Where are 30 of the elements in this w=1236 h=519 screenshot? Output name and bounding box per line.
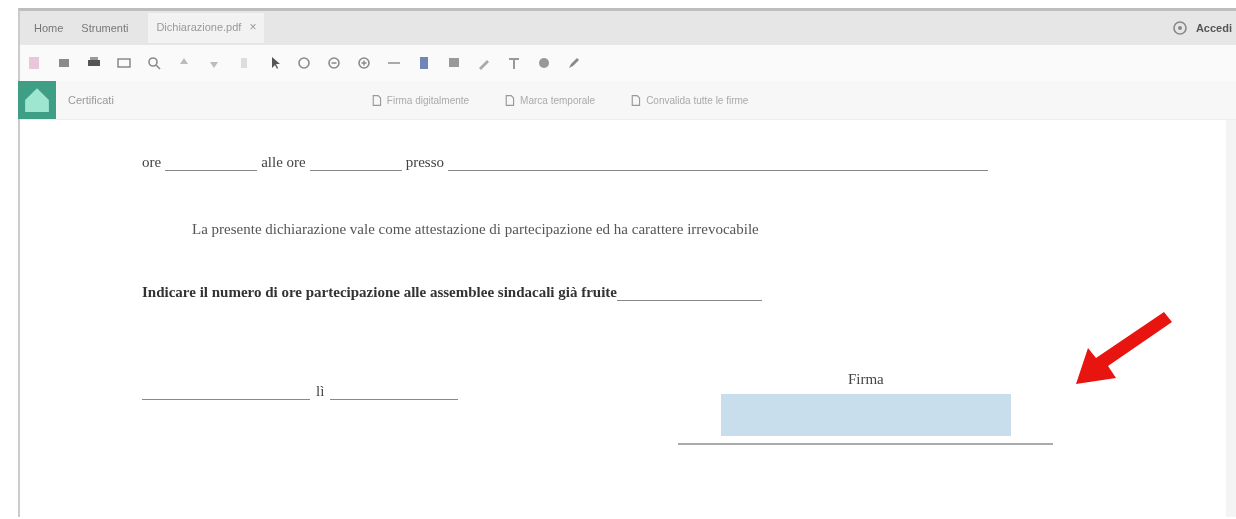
nav-tab[interactable]: Home bbox=[28, 20, 70, 36]
form-label: alle ore bbox=[261, 154, 306, 171]
certificate-action[interactable]: Convalida tutte le firme bbox=[623, 92, 755, 108]
help-icon[interactable] bbox=[1171, 20, 1188, 36]
search-icon[interactable] bbox=[146, 55, 162, 71]
sign-in-link[interactable]: Accedi bbox=[1195, 22, 1232, 34]
form-label: presso bbox=[405, 154, 445, 171]
document-icon[interactable] bbox=[629, 93, 643, 107]
nav-tab[interactable]: Strumenti bbox=[75, 20, 135, 36]
zoom-out-icon[interactable] bbox=[326, 55, 342, 71]
document-tab-label[interactable]: Dichiarazione.pdf bbox=[156, 21, 242, 33]
document-tab[interactable]: Dichiarazione.pdf × bbox=[148, 13, 265, 43]
form-label: lì bbox=[316, 383, 325, 400]
arrow-icon bbox=[1076, 312, 1172, 384]
question-text: Indicare il numero di ore partecipazione alle assemblee sindacali già fruite bbox=[142, 284, 617, 301]
certificate-action[interactable]: Marca temporale bbox=[497, 92, 602, 108]
close-icon[interactable]: × bbox=[249, 20, 257, 34]
certificate-action[interactable]: Firma digitalmente bbox=[363, 92, 476, 108]
text-icon[interactable] bbox=[506, 55, 522, 71]
signature-label: Firma bbox=[847, 371, 884, 388]
new-document-icon[interactable] bbox=[26, 55, 42, 71]
zoom-in-icon[interactable] bbox=[356, 55, 372, 71]
signature-field[interactable] bbox=[720, 394, 1011, 436]
home-icon[interactable] bbox=[18, 81, 56, 119]
form-label: ore bbox=[142, 154, 162, 171]
pencil-icon[interactable] bbox=[566, 55, 582, 71]
certificates-title: Certificati bbox=[68, 94, 114, 106]
statement-text: La presente dichiarazione vale come attestazione di partecipazione ed ha carattere irrevocabile bbox=[192, 221, 760, 238]
document-icon[interactable] bbox=[503, 93, 517, 107]
mail-icon[interactable] bbox=[116, 55, 132, 71]
